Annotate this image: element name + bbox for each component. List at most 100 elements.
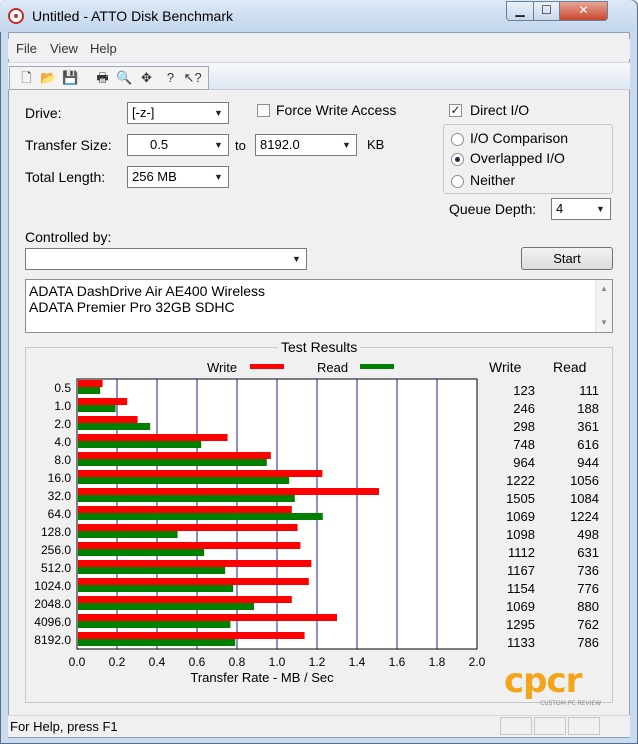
x-tick-label: 1.6	[389, 655, 406, 669]
legend-write-label: Write	[207, 360, 237, 375]
print-preview-icon[interactable]: 🔍	[114, 67, 135, 88]
read-result-value: 631	[577, 545, 599, 560]
read-bar	[78, 621, 231, 628]
read-bar	[78, 603, 254, 610]
scroll-up-icon[interactable]: ▲	[600, 284, 608, 293]
x-tick-label: 0.6	[189, 655, 206, 669]
read-result-value: 786	[577, 635, 599, 650]
device-description-box[interactable]: ADATA DashDrive Air AE400 Wireless ADATA…	[25, 279, 613, 333]
menu-help[interactable]: Help	[90, 41, 117, 56]
menu-view[interactable]: View	[50, 41, 78, 56]
read-result-value: 498	[577, 527, 599, 542]
minimize-button[interactable]: ▁	[506, 1, 534, 21]
kb-label: KB	[367, 137, 385, 152]
cpcr-watermark-logo: cpcr CUSTOM PC REVIEW	[504, 664, 601, 707]
total-length-value: 256 MB	[132, 169, 177, 184]
read-result-value: 616	[577, 437, 599, 452]
write-bar	[78, 632, 305, 639]
io-comparison-radio[interactable]	[451, 133, 464, 146]
chevron-down-icon: ▼	[596, 204, 605, 214]
read-bar	[78, 585, 234, 592]
category-tick-label: 16.0	[48, 471, 72, 485]
neither-radio[interactable]	[451, 175, 464, 188]
chevron-down-icon: ▼	[214, 172, 223, 182]
chevron-down-icon: ▼	[292, 254, 301, 264]
direct-io-label: Direct I/O	[470, 102, 530, 118]
write-bar	[78, 506, 292, 513]
category-tick-label: 128.0	[41, 525, 71, 539]
write-result-value: 964	[513, 455, 535, 470]
scroll-down-icon[interactable]: ▼	[600, 318, 608, 327]
start-button-label: Start	[553, 251, 581, 266]
read-result-value: 188	[577, 401, 599, 416]
move-icon[interactable]: ✥	[136, 67, 157, 88]
write-result-value: 1133	[507, 635, 535, 650]
new-icon[interactable]: 🗋	[16, 67, 37, 88]
write-bar	[78, 488, 379, 495]
transfer-size-from-select[interactable]: 0.5 ▼	[127, 134, 229, 156]
transfer-size-label: Transfer Size:	[25, 137, 112, 153]
write-result-value: 1098	[506, 527, 535, 542]
queue-depth-label: Queue Depth:	[449, 201, 537, 217]
write-result-value: 1222	[506, 473, 535, 488]
x-tick-label: 0.0	[69, 655, 86, 669]
legend-read-swatch	[360, 364, 394, 369]
write-result-value: 1112	[508, 545, 535, 560]
help-icon[interactable]: ?	[160, 67, 181, 88]
write-bar	[78, 560, 312, 567]
read-bar	[78, 549, 205, 556]
transfer-from-value: 0.5	[150, 137, 169, 152]
svg-text:CUSTOM PC REVIEW: CUSTOM PC REVIEW	[540, 700, 601, 707]
x-axis-label: Transfer Rate - MB / Sec	[190, 670, 334, 685]
write-bar	[78, 380, 103, 387]
close-button[interactable]: ✕	[559, 1, 608, 21]
controlled-by-select[interactable]: ▼	[25, 248, 307, 270]
x-tick-label: 1.4	[349, 655, 366, 669]
read-result-value: 736	[577, 563, 599, 578]
chevron-down-icon: ▼	[214, 140, 223, 150]
print-icon[interactable]: 🖶	[92, 67, 113, 88]
read-result-value: 944	[577, 455, 599, 470]
write-result-value: 123	[513, 383, 535, 398]
transfer-size-to-select[interactable]: 8192.0 ▼	[255, 134, 357, 156]
atto-app-icon	[8, 8, 24, 24]
maximize-button[interactable]: ☐	[533, 1, 560, 21]
device-line-2: ADATA Premier Pro 32GB SDHC	[29, 299, 235, 315]
save-icon[interactable]: 💾	[60, 67, 81, 88]
read-bar	[78, 405, 116, 412]
category-tick-label: 4.0	[54, 435, 71, 449]
write-column-header: Write	[489, 359, 522, 375]
open-icon[interactable]: 📂	[38, 67, 59, 88]
test-results-title: Test Results	[278, 339, 361, 355]
read-result-value: 1224	[570, 509, 599, 524]
transfer-to-value: 8192.0	[260, 137, 300, 152]
title-bar[interactable]: Untitled - ATTO Disk Benchmark ▁ ☐ ✕	[0, 0, 636, 32]
total-length-select[interactable]: 256 MB ▼	[127, 166, 229, 188]
start-button[interactable]: Start	[521, 247, 613, 270]
controlled-by-label: Controlled by:	[25, 229, 112, 245]
queue-depth-value: 4	[556, 201, 564, 216]
to-label: to	[235, 138, 246, 153]
read-bar	[78, 387, 101, 394]
total-length-label: Total Length:	[25, 169, 106, 185]
vertical-scrollbar[interactable]: ▲ ▼	[595, 280, 612, 332]
drive-label: Drive:	[25, 105, 62, 121]
window-title: Untitled - ATTO Disk Benchmark	[32, 8, 233, 24]
category-tick-label: 8192.0	[34, 633, 71, 647]
direct-io-checkbox[interactable]: ✓	[449, 104, 462, 117]
write-bar	[78, 398, 128, 405]
drive-select[interactable]: [-z-] ▼	[127, 102, 229, 124]
context-help-icon[interactable]: ↖?	[182, 67, 203, 88]
force-write-checkbox[interactable]	[257, 104, 270, 117]
write-result-value: 1167	[507, 563, 535, 578]
overlapped-io-radio[interactable]	[451, 153, 464, 166]
queue-depth-select[interactable]: 4 ▼	[551, 198, 611, 220]
x-tick-label: 0.8	[229, 655, 246, 669]
read-bar	[78, 441, 202, 448]
category-tick-label: 256.0	[41, 543, 71, 557]
read-result-value: 1084	[570, 491, 599, 506]
write-bar	[78, 596, 292, 603]
menu-file[interactable]: File	[16, 41, 37, 56]
x-tick-label: 1.0	[269, 655, 286, 669]
write-result-value: 1505	[506, 491, 535, 506]
